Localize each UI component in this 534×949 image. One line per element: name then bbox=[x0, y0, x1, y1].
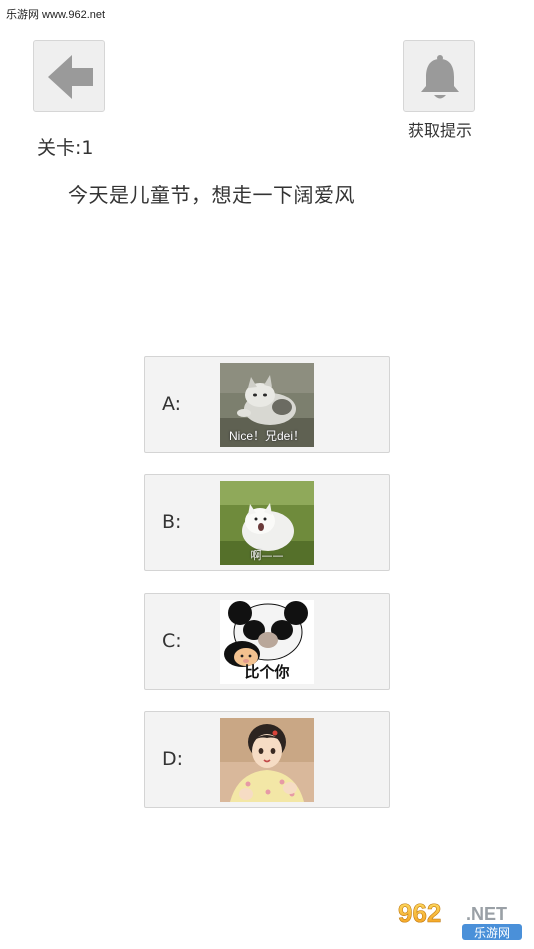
bell-icon bbox=[421, 55, 459, 99]
option-letter: A: bbox=[162, 393, 182, 415]
watermark-logo-number: 962 bbox=[398, 898, 441, 928]
cat-meme-image: Nice！兄dei！ bbox=[220, 363, 314, 447]
arrow-left-icon bbox=[48, 55, 93, 99]
option-caption: Nice！兄dei！ bbox=[228, 429, 306, 443]
option-letter: D: bbox=[162, 748, 184, 770]
option-caption: 啊—— bbox=[250, 549, 284, 562]
watermark-logo: 962 .NET 乐游网 bbox=[392, 896, 530, 944]
option-d[interactable]: D: bbox=[144, 711, 390, 808]
back-button[interactable] bbox=[33, 40, 105, 112]
anime-girl-portrait-image bbox=[220, 718, 314, 802]
hint-label[interactable]: 获取提示 bbox=[394, 117, 486, 141]
hint-button[interactable] bbox=[403, 40, 475, 112]
option-b[interactable]: B: 啊—— bbox=[144, 474, 390, 571]
option-letter: C: bbox=[162, 630, 182, 652]
level-label: 关卡:1 bbox=[37, 137, 94, 159]
option-caption: 比个你 bbox=[244, 663, 290, 681]
watermark-logo-suffix: .NET bbox=[466, 904, 507, 924]
question-text: 今天是儿童节，想走一下阔爱风 bbox=[68, 183, 355, 207]
panda-face-meme-image: 比个你 bbox=[220, 600, 314, 684]
watermark-logo-text: 乐游网 bbox=[474, 926, 510, 940]
option-c[interactable]: C: 比个你 bbox=[144, 593, 390, 690]
option-letter: B: bbox=[162, 511, 182, 533]
white-cat-screaming-meme-image: 啊—— bbox=[220, 481, 314, 565]
option-a[interactable]: A: Nice！兄dei！ bbox=[144, 356, 390, 453]
watermark-top-text: 乐游网 www.962.net bbox=[6, 9, 106, 21]
